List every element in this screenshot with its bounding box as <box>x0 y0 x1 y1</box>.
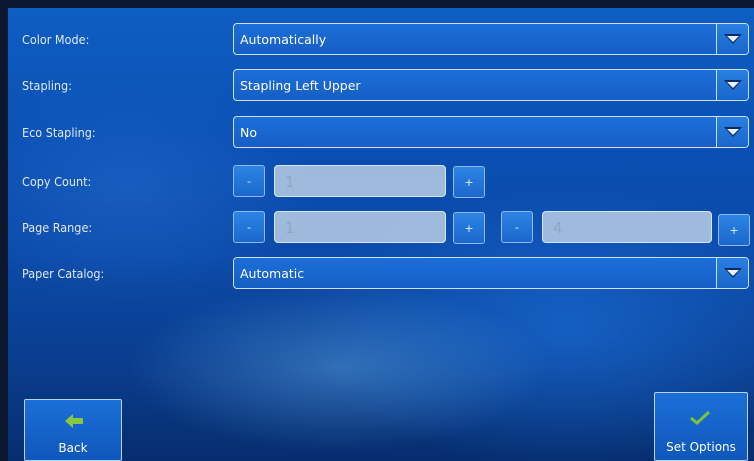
checkmark-icon <box>690 411 710 425</box>
color-mode-select[interactable]: Automatically <box>233 23 749 55</box>
back-button[interactable]: Back <box>24 399 122 461</box>
copy-count-value: 1 <box>285 173 295 191</box>
print-options-screen: Color Mode: Automatically Stapling: Stap… <box>8 8 754 461</box>
eco-stapling-label: Eco Stapling: <box>22 125 96 140</box>
page-range-to-decrement-button[interactable]: - <box>501 211 533 243</box>
page-range-from-increment-button[interactable]: + <box>453 212 485 244</box>
paper-catalog-dropdown-button[interactable] <box>716 258 748 288</box>
triangle-down-icon <box>723 34 742 44</box>
paper-catalog-select[interactable]: Automatic <box>233 257 749 289</box>
page-range-to-value: 4 <box>553 219 563 237</box>
color-mode-label: Color Mode: <box>22 32 90 47</box>
eco-stapling-value: No <box>240 125 257 140</box>
color-mode-value: Automatically <box>240 32 327 47</box>
set-options-button[interactable]: Set Options <box>654 392 748 461</box>
arrow-left-icon <box>65 414 83 428</box>
stapling-value: Stapling Left Upper <box>240 78 361 93</box>
triangle-down-icon <box>723 268 742 278</box>
eco-stapling-select[interactable]: No <box>233 116 749 148</box>
page-range-label: Page Range: <box>22 220 93 235</box>
color-mode-dropdown-button[interactable] <box>716 24 748 54</box>
stapling-dropdown-button[interactable] <box>716 70 748 100</box>
stapling-select[interactable]: Stapling Left Upper <box>233 69 749 101</box>
page-range-from-value: 1 <box>285 219 295 237</box>
paper-catalog-value: Automatic <box>240 266 305 281</box>
eco-stapling-dropdown-button[interactable] <box>716 117 748 147</box>
triangle-down-icon <box>723 127 742 137</box>
paper-catalog-label: Paper Catalog: <box>22 266 105 281</box>
set-options-label: Set Options <box>666 440 736 454</box>
copy-count-increment-button[interactable]: + <box>453 166 485 198</box>
page-range-from-decrement-button[interactable]: - <box>233 211 265 243</box>
copy-count-label: Copy Count: <box>22 174 92 189</box>
copy-count-decrement-button[interactable]: - <box>233 165 265 197</box>
page-range-to-increment-button[interactable]: + <box>718 214 750 246</box>
page-range-from-input[interactable]: 1 <box>274 211 446 243</box>
copy-count-input[interactable]: 1 <box>274 165 446 197</box>
triangle-down-icon <box>723 80 742 90</box>
page-range-to-input[interactable]: 4 <box>542 211 712 243</box>
back-label: Back <box>58 441 88 455</box>
stapling-label: Stapling: <box>22 78 72 93</box>
